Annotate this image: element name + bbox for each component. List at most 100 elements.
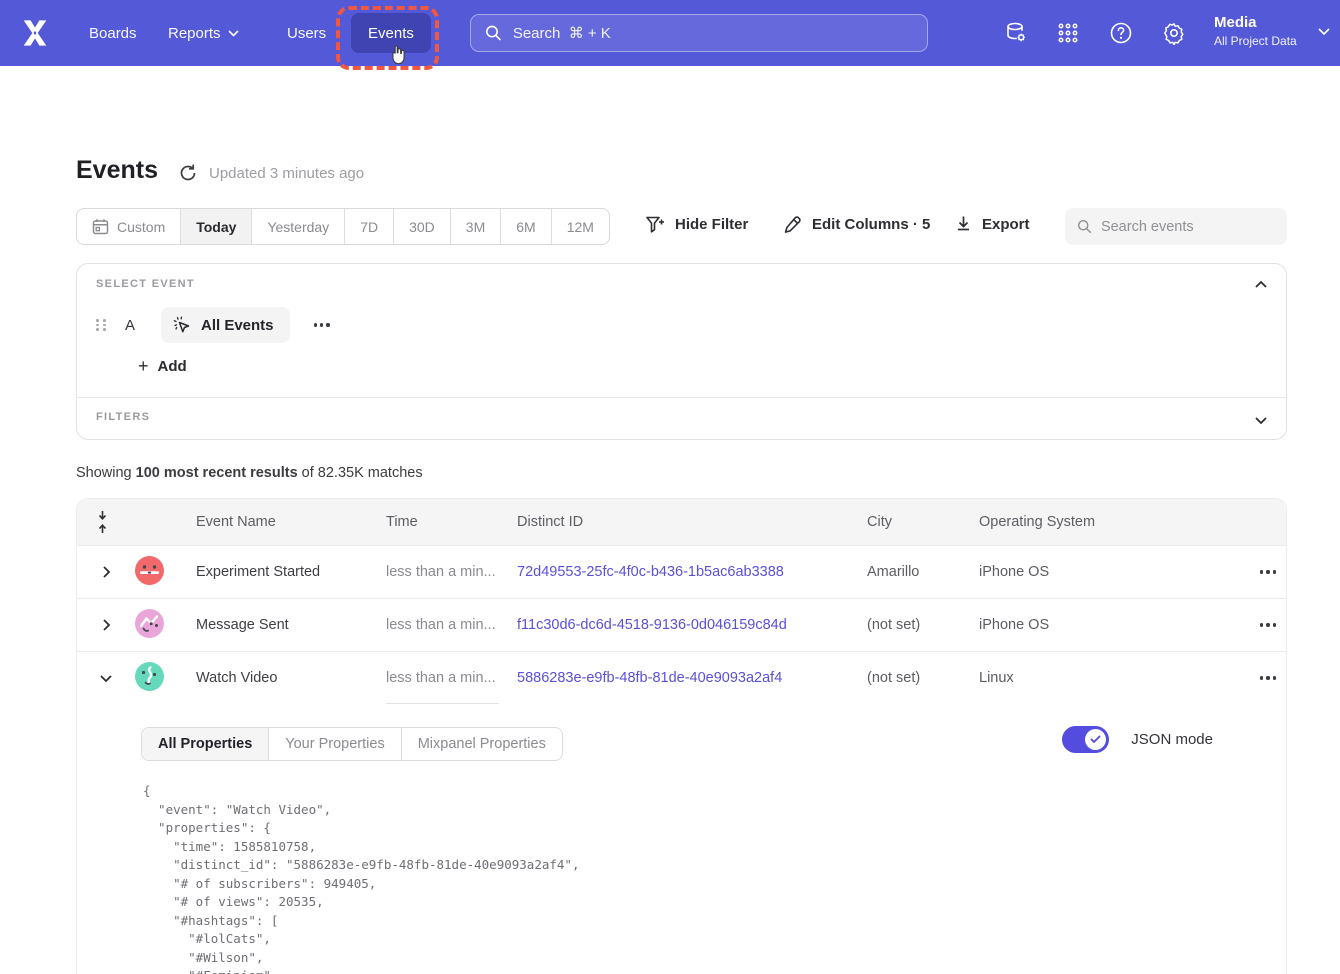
export-label: Export xyxy=(982,216,1030,233)
expand-filters-icon[interactable] xyxy=(1253,412,1269,428)
chevron-down-icon xyxy=(99,674,113,683)
collapse-row-button[interactable] xyxy=(77,674,135,683)
col-header-distinct-id[interactable]: Distinct ID xyxy=(517,514,867,530)
date-7d-label: 7D xyxy=(360,219,378,235)
json-mode-control: JSON mode xyxy=(1062,726,1213,753)
date-range-7d[interactable]: 7D xyxy=(345,209,394,244)
tab-all-properties[interactable]: All Properties xyxy=(142,728,269,760)
event-row-more-icon[interactable] xyxy=(308,317,336,332)
collapse-all-icon[interactable] xyxy=(96,510,109,534)
filter-funnel-icon xyxy=(645,215,665,234)
nav-boards-label: Boards xyxy=(89,25,137,42)
nav-events-label: Events xyxy=(368,25,414,42)
refresh-icon[interactable] xyxy=(178,163,198,183)
tab-your-properties-label: Your Properties xyxy=(285,736,384,752)
settings-gear-icon[interactable] xyxy=(1162,21,1186,45)
col-header-event-name[interactable]: Event Name xyxy=(196,514,386,530)
distinct-id-link[interactable]: 72d49553-25fc-4f0c-b436-1b5ac6ab3388 xyxy=(517,564,867,580)
hide-filter-button[interactable]: Hide Filter xyxy=(645,215,748,234)
date-6m-label: 6M xyxy=(516,219,535,235)
date-3m-label: 3M xyxy=(466,219,485,235)
event-os: iPhone OS xyxy=(979,617,1216,633)
col-header-city[interactable]: City xyxy=(867,514,979,530)
global-search-input[interactable] xyxy=(513,25,913,42)
event-time: less than a min... xyxy=(386,617,517,633)
filters-label: FILTERS xyxy=(96,411,150,423)
export-button[interactable]: Export xyxy=(955,215,1030,234)
nav-users-label: Users xyxy=(287,25,326,42)
date-range-6m[interactable]: 6M xyxy=(501,209,551,244)
event-os: iPhone OS xyxy=(979,564,1216,580)
chevron-right-icon xyxy=(102,565,111,579)
date-range-today[interactable]: Today xyxy=(181,209,252,244)
date-custom-label: Custom xyxy=(117,219,165,235)
event-selector-button[interactable]: All Events xyxy=(161,307,290,343)
date-range-custom[interactable]: Custom xyxy=(77,209,181,244)
table-row-expanded: Watch Video less than a min... 5886283e-… xyxy=(77,651,1286,704)
date-range-12m[interactable]: 12M xyxy=(552,209,609,244)
tab-mixpanel-properties-label: Mixpanel Properties xyxy=(418,736,546,752)
tab-your-properties[interactable]: Your Properties xyxy=(269,728,401,760)
event-name[interactable]: Experiment Started xyxy=(196,564,386,580)
download-icon xyxy=(955,215,972,234)
event-avatar-icon xyxy=(135,662,164,691)
apps-grid-icon[interactable] xyxy=(1056,21,1080,45)
date-today-label: Today xyxy=(196,219,236,235)
hide-filter-label: Hide Filter xyxy=(675,216,748,233)
mixpanel-logo-icon[interactable] xyxy=(18,17,52,49)
row-actions-icon[interactable] xyxy=(1254,670,1286,685)
row-actions-icon[interactable] xyxy=(1254,564,1286,579)
distinct-id-link[interactable]: 5886283e-e9fb-48fb-81de-40e9093a2af4 xyxy=(517,670,867,686)
help-icon[interactable] xyxy=(1109,21,1133,45)
card-divider xyxy=(77,397,1286,398)
date-range-30d[interactable]: 30D xyxy=(394,209,451,244)
col-header-os[interactable]: Operating System xyxy=(979,514,1216,530)
distinct-id-link[interactable]: f11c30d6-dc6d-4518-9136-0d046159c84d xyxy=(517,617,867,633)
event-time: less than a min... xyxy=(386,564,517,580)
json-mode-label: JSON mode xyxy=(1131,731,1213,748)
project-switcher[interactable]: Media All Project Data xyxy=(1214,13,1297,49)
magic-cursor-icon xyxy=(173,316,192,335)
edit-columns-button[interactable]: Edit Columns · 5 xyxy=(783,215,930,234)
expand-row-button[interactable] xyxy=(77,565,135,579)
date-yesterday-label: Yesterday xyxy=(267,219,329,235)
calendar-icon xyxy=(92,218,109,235)
events-search-input[interactable] xyxy=(1101,219,1275,235)
series-letter: A xyxy=(125,317,139,334)
selected-event-label: All Events xyxy=(201,317,274,334)
search-icon xyxy=(485,24,502,42)
tab-mixpanel-properties[interactable]: Mixpanel Properties xyxy=(402,728,562,760)
nav-item-boards[interactable]: Boards xyxy=(89,0,137,66)
search-icon xyxy=(1077,218,1092,235)
nav-item-reports[interactable]: Reports xyxy=(168,0,239,66)
expand-row-button[interactable] xyxy=(77,618,135,632)
nav-reports-label: Reports xyxy=(168,25,221,42)
date-range-control: Custom Today Yesterday 7D 30D 3M 6M 12M xyxy=(76,208,610,245)
top-nav: Boards Reports Users Events xyxy=(0,0,1340,66)
tab-all-properties-label: All Properties xyxy=(158,736,252,752)
date-range-3m[interactable]: 3M xyxy=(451,209,501,244)
date-12m-label: 12M xyxy=(567,219,594,235)
pencil-icon xyxy=(783,215,802,234)
last-updated-text: Updated 3 minutes ago xyxy=(209,165,364,182)
col-header-time[interactable]: Time xyxy=(386,514,517,530)
properties-tabs: All Properties Your Properties Mixpanel … xyxy=(141,727,563,761)
table-row: Message Sent less than a min... f11c30d6… xyxy=(77,598,1286,651)
date-range-yesterday[interactable]: Yesterday xyxy=(252,209,345,244)
global-search[interactable] xyxy=(470,14,928,52)
collapse-section-icon[interactable] xyxy=(1253,277,1269,293)
toggle-knob xyxy=(1085,729,1106,750)
events-search[interactable] xyxy=(1065,208,1287,245)
event-selection-row: A All Events xyxy=(96,307,336,343)
row-actions-icon[interactable] xyxy=(1254,617,1286,632)
add-event-button[interactable]: + Add xyxy=(138,357,187,375)
event-name[interactable]: Message Sent xyxy=(196,617,386,633)
event-name[interactable]: Watch Video xyxy=(196,670,386,686)
event-detail-panel: All Properties Your Properties Mixpanel … xyxy=(77,704,1286,974)
json-mode-toggle[interactable] xyxy=(1062,726,1109,753)
nav-item-users[interactable]: Users xyxy=(287,0,326,66)
drag-handle-icon[interactable] xyxy=(96,319,106,331)
data-management-icon[interactable] xyxy=(1004,21,1028,45)
add-event-label: Add xyxy=(158,358,187,375)
summary-prefix: Showing xyxy=(76,465,136,481)
